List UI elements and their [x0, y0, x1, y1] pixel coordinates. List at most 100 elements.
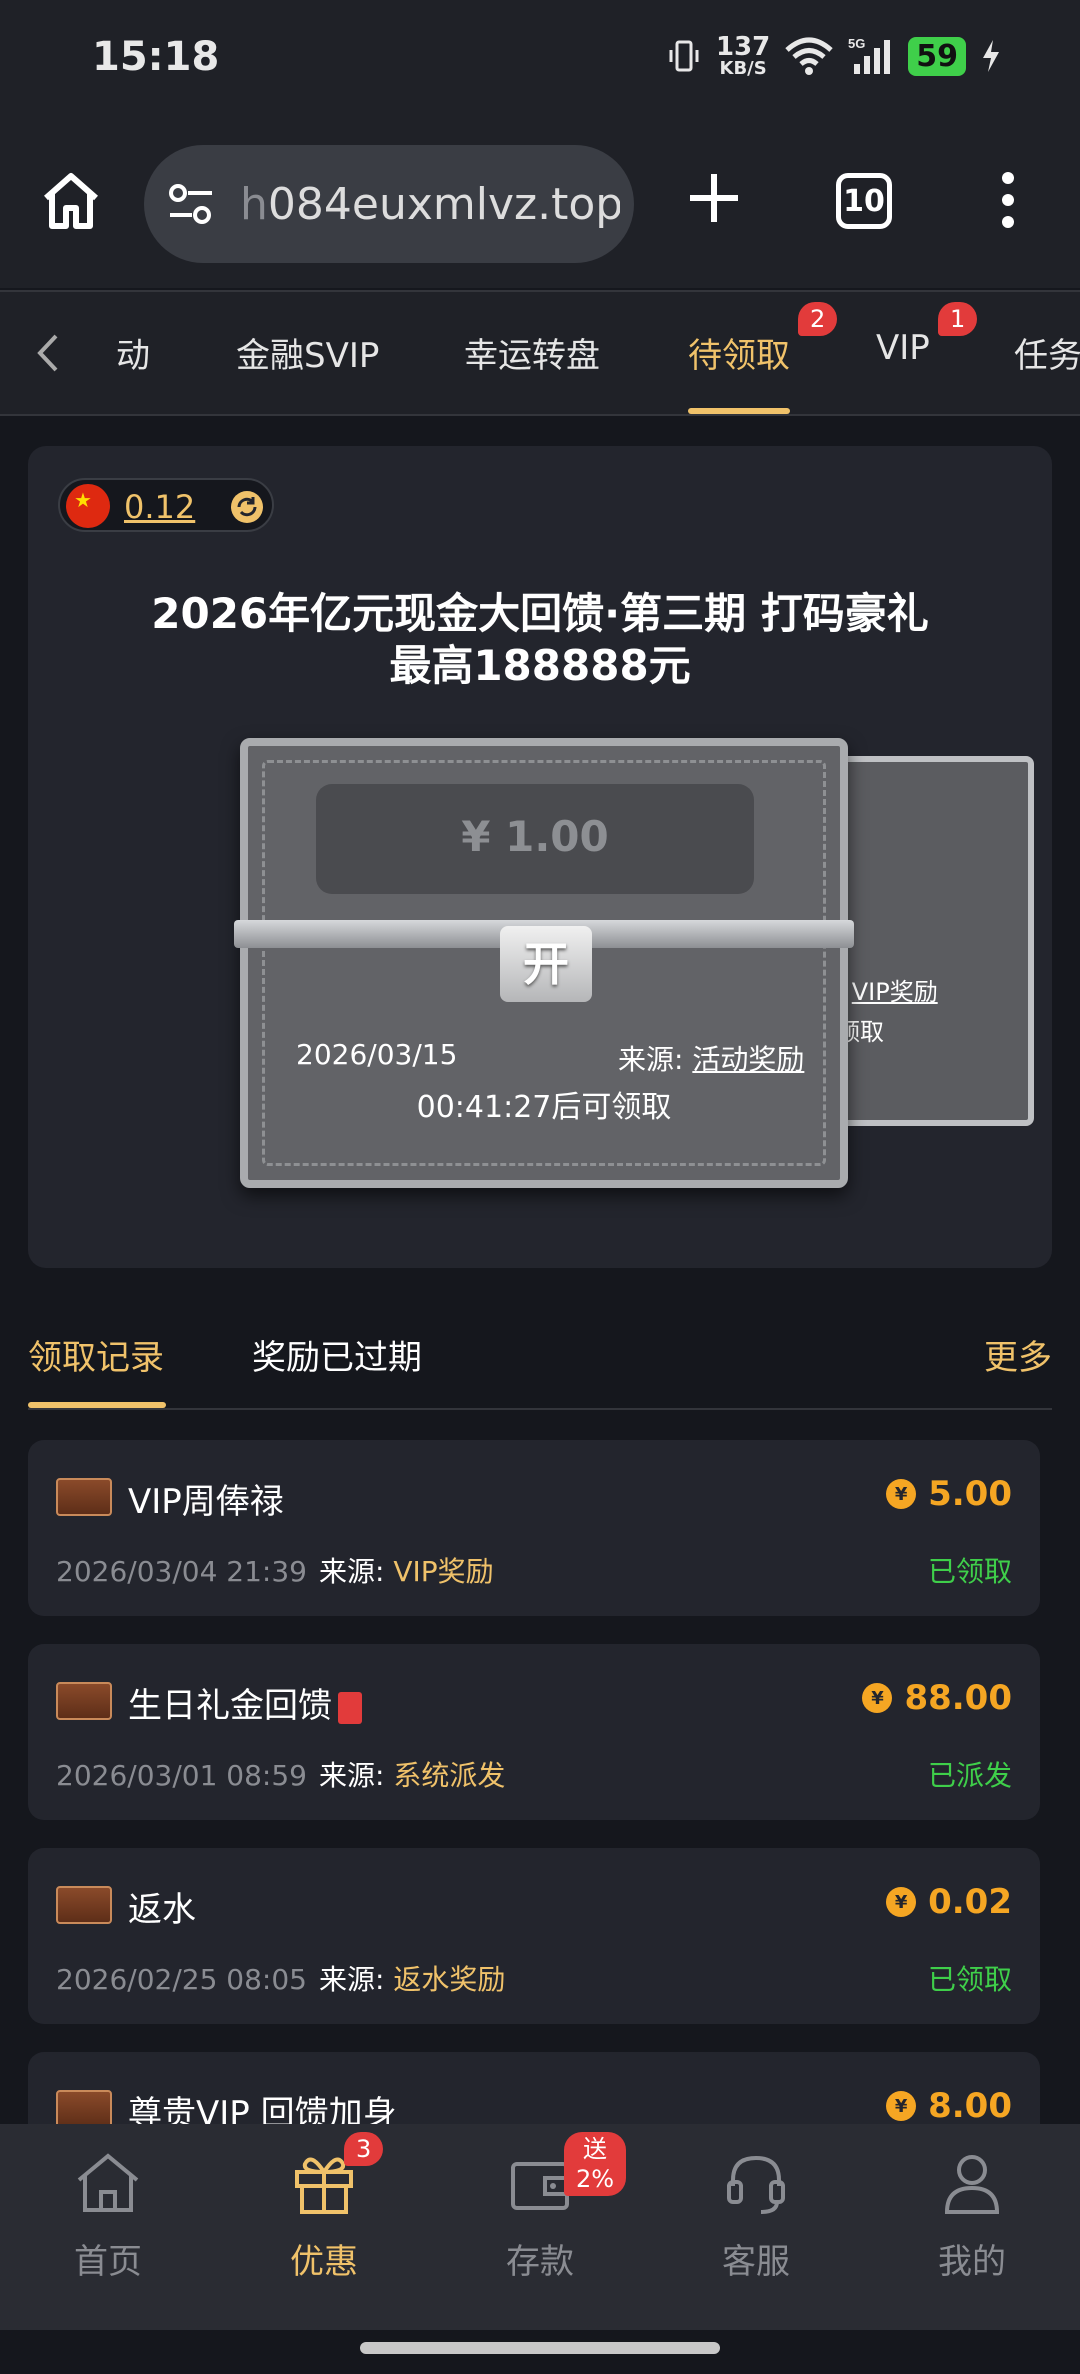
record-date: 2026/03/04 21:39 — [56, 1555, 307, 1588]
cellular-signal-icon: 5G — [848, 36, 891, 74]
refresh-icon[interactable] — [230, 490, 264, 524]
nav-deposit[interactable]: 存款 送2% — [460, 2132, 627, 2283]
treasure-chest[interactable]: ¥ 1.00 开 2026/03/15 来源: 活动奖励 00:41:27后可领… — [234, 738, 854, 1188]
balance-value: 0.12 — [124, 488, 196, 526]
nav-mine-label: 我的 — [938, 2242, 1006, 2282]
nav-mine[interactable]: 我的 — [892, 2148, 1052, 2283]
pending-badge: 2 — [798, 302, 838, 336]
tab-finance-svip[interactable]: 金融SVIP — [236, 328, 379, 377]
wifi-icon — [785, 37, 833, 75]
record-source: VIP奖励 — [393, 1555, 494, 1588]
headset-icon — [727, 2155, 785, 2214]
network-speed: 137 KB/S — [716, 34, 770, 78]
chest-amount-plate: ¥ 1.00 — [316, 784, 754, 894]
record-status: 已领取 — [927, 1963, 1012, 1996]
tab-lucky-wheel[interactable]: 幸运转盘 — [464, 328, 600, 377]
nav-service[interactable]: 客服 — [676, 2148, 836, 2283]
record-tabs: 领取记录 奖励已过期 更多 — [28, 1330, 1052, 1410]
deposit-bonus-badge: 送2% — [564, 2132, 627, 2196]
vibrate-icon — [669, 40, 699, 72]
record-source: 系统派发 — [393, 1759, 506, 1792]
chest-amount-value: 1.00 — [505, 812, 609, 861]
record-amount-value: 0.02 — [928, 1882, 1012, 1922]
yuan-coin-icon: ¥ — [886, 1479, 917, 1509]
site-settings-icon[interactable] — [166, 181, 216, 227]
chest-source-label: 来源: — [618, 1043, 684, 1076]
promo-badge: 3 — [344, 2132, 384, 2166]
bottom-navigation: 首页 优惠 3 存款 送2% 客服 我的 — [0, 2124, 1080, 2330]
record-source-label: 来源: — [318, 1759, 385, 1792]
promo-title-line1: 2026年亿元现金大回馈·第三期 打码豪礼 — [151, 589, 929, 638]
chest-source: 来源: 活动奖励 — [618, 1038, 804, 1078]
tab-switcher-button[interactable]: 10 — [836, 173, 892, 229]
balance-pill[interactable]: ★ 0.12 — [58, 478, 274, 532]
url-text[interactable]: h084euxmlvz.top — [240, 179, 620, 230]
record-date: 2026/02/25 08:05 — [56, 1963, 307, 1996]
user-icon — [944, 2155, 1000, 2214]
status-bar: 15:18 137 KB/S 5G 59 — [0, 0, 1080, 120]
record-meta: 2026/02/25 08:05 来源: 返水奖励 — [56, 1958, 505, 1998]
status-icons: 137 KB/S 5G 59 — [666, 34, 1002, 78]
status-time: 15:18 — [92, 34, 220, 80]
chest-countdown: 00:41:27后可领取 — [416, 1090, 672, 1125]
tab-expired-rewards[interactable]: 奖励已过期 — [252, 1330, 422, 1379]
record-amount: ¥0.02 — [886, 1882, 1012, 1922]
svg-text:5G: 5G — [848, 36, 865, 51]
chevron-left-icon[interactable] — [28, 328, 68, 378]
home-icon — [77, 2153, 139, 2212]
chest-amount: ¥ 1.00 — [316, 812, 754, 861]
tab-claim-records[interactable]: 领取记录 — [28, 1330, 164, 1379]
promo-title-line2: 最高188888元 — [389, 641, 691, 690]
open-chest-button[interactable]: 开 — [500, 926, 592, 1002]
record-amount: ¥8.00 — [886, 2086, 1012, 2126]
home-indicator[interactable] — [360, 2342, 720, 2354]
record-source: 返水奖励 — [393, 1963, 506, 1996]
chest-source-value: 活动奖励 — [692, 1043, 805, 1076]
record-amount-value: 88.00 — [904, 1678, 1012, 1718]
record-item[interactable]: VIP周俸禄 ¥5.00 2026/03/04 21:39 来源: VIP奖励 已… — [28, 1440, 1040, 1616]
chest-amount-symbol: ¥ — [461, 812, 491, 861]
nav-deposit-label: 存款 — [506, 2242, 574, 2282]
reward-card: ★ 0.12 2026年亿元现金大回馈·第三期 打码豪礼 最高188888元 源… — [28, 446, 1052, 1268]
tab-tasks[interactable]: 任务 — [1014, 328, 1080, 377]
category-tabs: 动 金融SVIP 幸运转盘 待领取 2 VIP 1 任务 — [0, 290, 1080, 416]
nav-home[interactable]: 首页 — [28, 2148, 188, 2283]
record-item[interactable]: 返水 ¥0.02 2026/02/25 08:05 来源: 返水奖励 已领取 — [28, 1848, 1040, 2024]
new-tab-icon[interactable] — [686, 170, 742, 226]
china-flag-icon: ★ — [66, 484, 110, 528]
tab-activity[interactable]: 动 — [116, 328, 150, 377]
browser-toolbar: h084euxmlvz.top 10 — [0, 120, 1080, 288]
record-item[interactable]: 生日礼金回馈 ¥88.00 2026/03/01 08:59 来源: 系统派发 已… — [28, 1644, 1040, 1820]
chest-secondary-source-value: VIP奖励 — [851, 978, 938, 1006]
record-tab-indicator — [28, 1402, 166, 1408]
record-status: 已派发 — [927, 1759, 1012, 1792]
chest-date: 2026/03/15 — [296, 1038, 458, 1071]
nav-home-label: 首页 — [74, 2242, 142, 2282]
record-amount: ¥5.00 — [886, 1474, 1012, 1514]
record-amount-value: 8.00 — [928, 2086, 1012, 2126]
nav-promo-label: 优惠 — [290, 2242, 358, 2282]
tab-pending[interactable]: 待领取 — [688, 328, 790, 377]
red-envelope-icon — [338, 1691, 362, 1724]
battery-level: 59 — [908, 36, 966, 76]
record-meta: 2026/03/01 08:59 来源: 系统派发 — [56, 1754, 505, 1794]
yuan-coin-icon: ¥ — [886, 1887, 917, 1917]
chest-icon — [56, 1478, 112, 1516]
speed-unit: KB/S — [719, 58, 767, 79]
chest-icon — [56, 2090, 112, 2128]
record-status: 已领取 — [927, 1555, 1012, 1588]
record-title: 生日礼金回馈 — [128, 1686, 332, 1726]
vip-badge: 1 — [938, 302, 978, 336]
address-bar[interactable]: h084euxmlvz.top — [144, 145, 634, 263]
record-title: 返水 — [128, 1890, 196, 1930]
active-tab-indicator — [688, 408, 790, 414]
chest-icon — [56, 1886, 112, 1924]
home-icon[interactable] — [40, 170, 102, 232]
more-link[interactable]: 更多 — [984, 1330, 1052, 1379]
speed-value: 137 — [715, 32, 771, 62]
tab-vip[interactable]: VIP — [876, 328, 930, 368]
nav-promo[interactable]: 优惠 3 — [244, 2132, 404, 2283]
more-menu-icon[interactable] — [996, 170, 1020, 230]
nav-service-label: 客服 — [722, 2242, 790, 2282]
yuan-coin-icon: ¥ — [886, 2091, 917, 2121]
